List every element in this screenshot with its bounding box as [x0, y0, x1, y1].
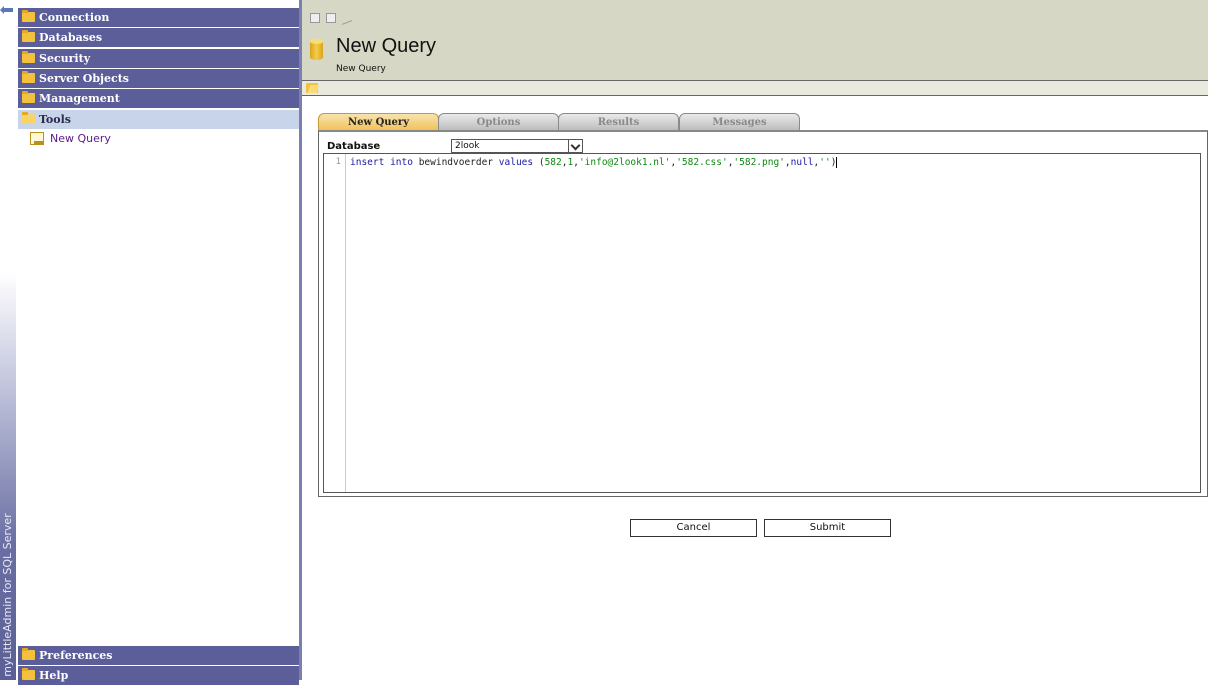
sidebar-item-databases[interactable]: Databases	[18, 28, 299, 47]
folder-icon	[22, 30, 35, 42]
tab-options[interactable]: Options	[438, 113, 559, 130]
sidebar-item-label: Server Objects	[39, 72, 129, 85]
sidebar-item-label: Security	[39, 52, 91, 65]
database-select[interactable]: 2look	[451, 139, 583, 153]
sidebar: Connection Databases Security Server Obj…	[18, 0, 299, 685]
tab-results[interactable]: Results	[558, 113, 679, 130]
secondary-toolbar	[302, 80, 1208, 96]
line-gutter: 1	[324, 154, 346, 492]
open-folder-icon	[22, 112, 35, 124]
tab-new-query[interactable]: New Query	[318, 113, 439, 130]
folder-icon	[22, 91, 35, 103]
string-literal: ''	[819, 157, 831, 168]
sidebar-item-management[interactable]: Management	[18, 89, 299, 108]
sidebar-item-label: Help	[39, 669, 69, 682]
sidebar-item-preferences[interactable]: Preferences	[18, 646, 299, 665]
keyword: values	[498, 157, 534, 168]
line-number: 1	[335, 157, 341, 167]
folder-icon	[22, 648, 35, 660]
folder-icon	[22, 51, 35, 63]
text-caret	[836, 157, 838, 168]
keyword: into	[390, 157, 413, 168]
tools-item-new-query[interactable]: New Query	[30, 131, 111, 147]
sidebar-item-server-objects[interactable]: Server Objects	[18, 69, 299, 88]
tab-messages[interactable]: Messages	[679, 113, 800, 130]
sidebar-item-security[interactable]: Security	[18, 49, 299, 68]
sidebar-item-label: Tools	[39, 113, 71, 126]
folder-icon	[22, 10, 35, 22]
sidebar-item-tools[interactable]: Tools	[18, 110, 299, 129]
sidebar-item-help[interactable]: Help	[18, 666, 299, 685]
database-label: Database	[327, 141, 381, 152]
page-title: New Query	[336, 35, 437, 57]
page-subtitle: New Query	[336, 64, 386, 74]
keyword: null	[790, 157, 814, 168]
sidebar-item-connection[interactable]: Connection	[18, 8, 299, 27]
toolbar-pin-icon[interactable]	[342, 11, 352, 25]
sidebar-item-label: Databases	[39, 31, 103, 44]
app-vertical-title: myLittleAdmin for SQL Server	[1, 513, 14, 677]
cancel-button[interactable]: Cancel	[630, 519, 757, 537]
sidebar-item-label: Management	[39, 92, 120, 105]
toolbar-document-icon[interactable]	[326, 13, 336, 23]
query-icon	[30, 132, 44, 145]
toolbar-copy-icon[interactable]	[310, 13, 320, 23]
open-folder-icon[interactable]	[306, 83, 318, 93]
sql-editor[interactable]: 1 insert into bewindvoerder values (582,…	[323, 153, 1201, 493]
folder-icon	[22, 668, 35, 680]
page-header: New Query New Query	[302, 0, 1208, 80]
string-literal: '582.png'	[733, 157, 785, 168]
string-literal: 'info@2look1.nl'	[578, 157, 671, 168]
folder-icon	[22, 71, 35, 83]
database-icon	[310, 39, 323, 60]
collapsed-app-strip: myLittleAdmin for SQL Server	[0, 0, 16, 680]
pin-arrow-icon[interactable]	[0, 6, 13, 14]
string-literal: '582.css'	[676, 157, 728, 168]
identifier: bewindvoerder	[418, 157, 494, 168]
main-area: New Query New Query New Query Options Re…	[302, 0, 1208, 680]
chevron-down-icon[interactable]	[568, 140, 582, 152]
tools-item-label: New Query	[50, 132, 111, 145]
sidebar-item-label: Preferences	[39, 649, 113, 662]
code-line[interactable]: insert into bewindvoerder values (582,1,…	[350, 157, 838, 168]
query-panel: Database 2look 1 insert into bewindvoerd…	[318, 130, 1208, 497]
submit-button[interactable]: Submit	[764, 519, 891, 537]
number-literal: 582	[544, 157, 562, 168]
sidebar-item-label: Connection	[39, 11, 110, 24]
database-select-value: 2look	[455, 141, 480, 151]
keyword: insert	[350, 157, 385, 168]
